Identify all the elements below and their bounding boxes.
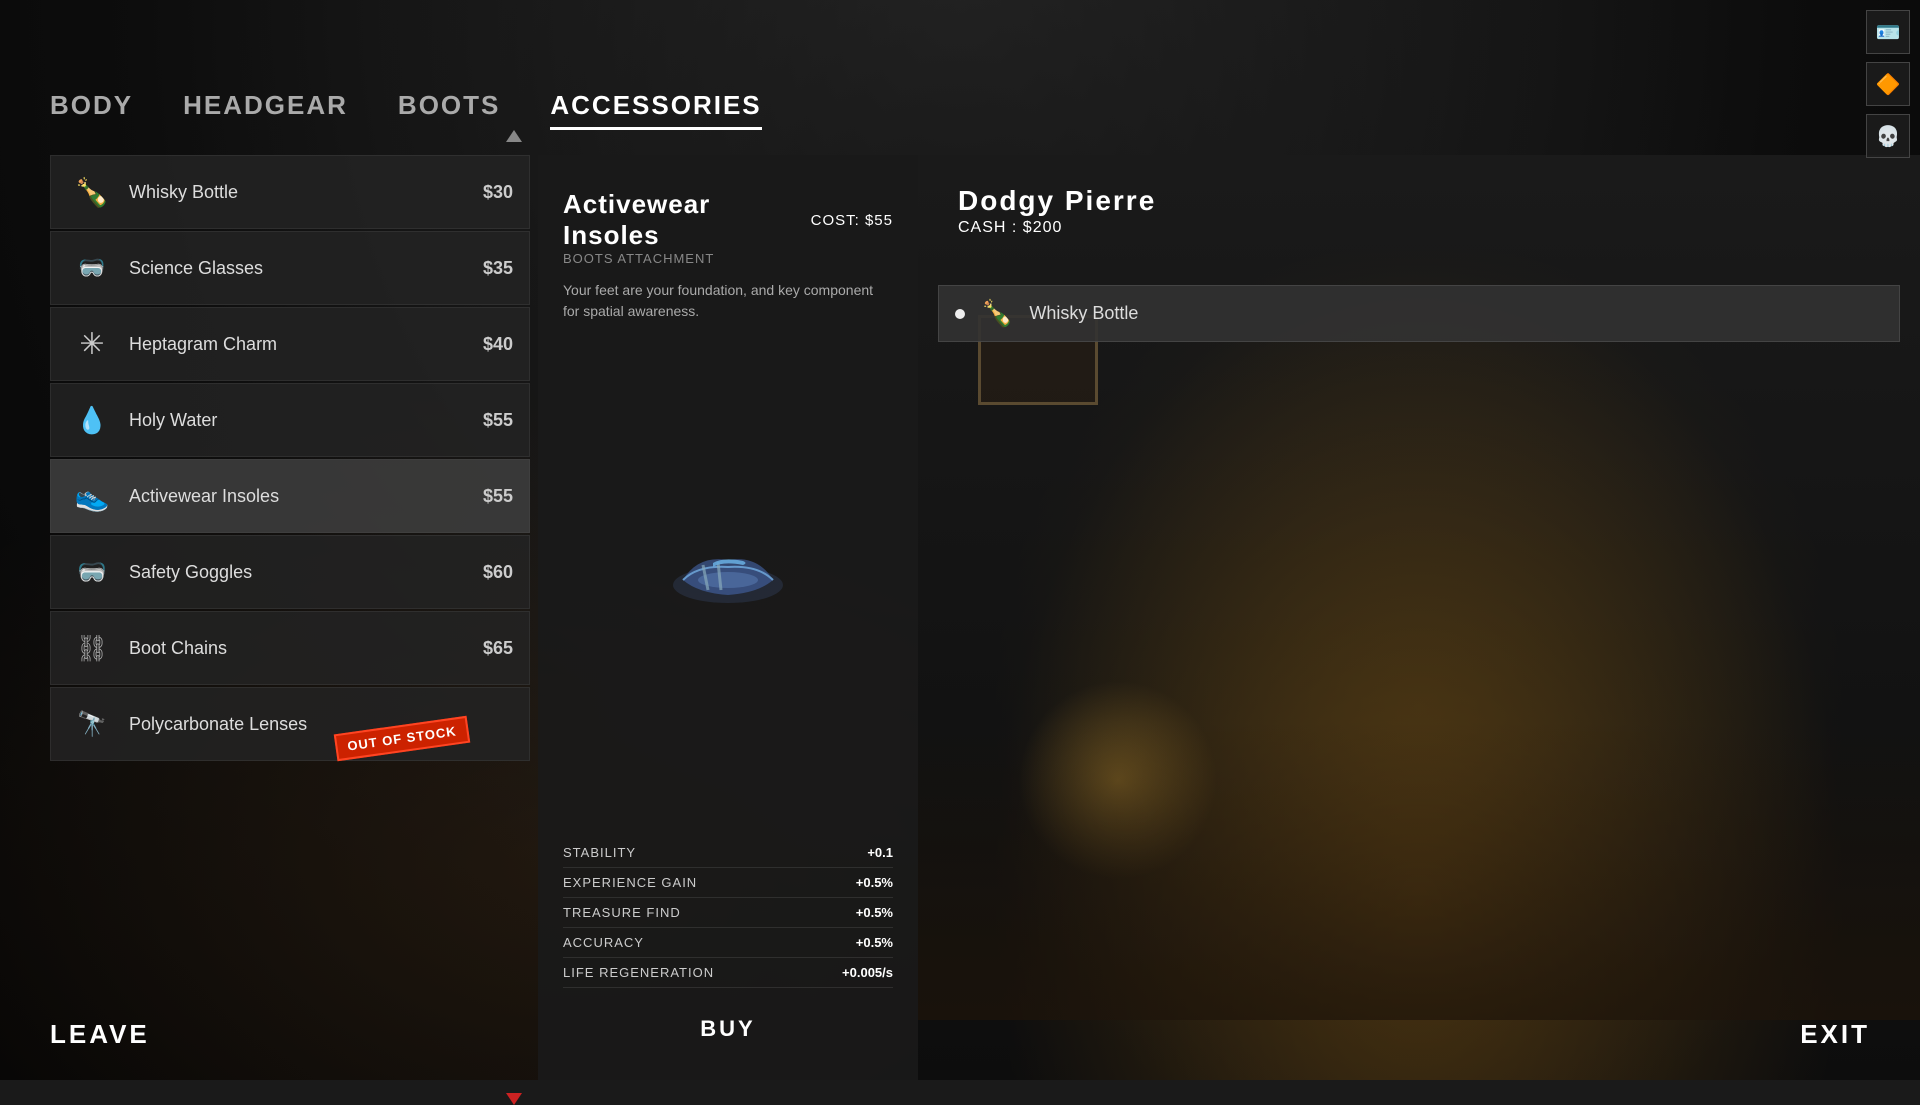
detail-panel: Activewear Insoles COST: $55 Boots Attac… (538, 155, 918, 1080)
stat-experience-value: +0.5% (856, 875, 893, 890)
activewear-insoles-icon: 👟 (67, 471, 117, 521)
holy-water-icon: 💧 (67, 395, 117, 445)
nav-tabs: BODY HEADGEAR BOOTS ACCESSORIES (50, 90, 762, 130)
detail-title: Activewear Insoles (563, 189, 811, 251)
stat-treasure-name: TREASURE FIND (563, 905, 681, 920)
equipped-dot (955, 309, 965, 319)
stat-stability: STABILITY +0.1 (563, 838, 893, 868)
tab-body[interactable]: BODY (50, 90, 133, 130)
safety-goggles-icon: 🥽 (67, 547, 117, 597)
holy-water-price: $55 (483, 410, 513, 431)
tab-boots[interactable]: BOOTS (398, 90, 500, 130)
main-content: 🍾 Whisky Bottle $30 🥽 Science Glasses $3… (50, 155, 1920, 1080)
scroll-down-indicator (506, 1093, 522, 1105)
detail-image (563, 322, 893, 828)
item-list: 🍾 Whisky Bottle $30 🥽 Science Glasses $3… (50, 155, 530, 1080)
list-item-whisky-bottle[interactable]: 🍾 Whisky Bottle $30 (50, 155, 530, 229)
list-item-boot-chains[interactable]: ⛓ Boot Chains $65 (50, 611, 530, 685)
equipped-item-name: Whisky Bottle (1029, 303, 1138, 324)
science-glasses-icon: 🥽 (67, 243, 117, 293)
detail-header: Activewear Insoles COST: $55 (563, 189, 893, 251)
stat-treasure-value: +0.5% (856, 905, 893, 920)
list-item-heptagram-charm[interactable]: ✳ Heptagram Charm $40 (50, 307, 530, 381)
holy-water-name: Holy Water (117, 410, 483, 431)
stat-stability-value: +0.1 (867, 845, 893, 860)
stat-treasure-find: TREASURE FIND +0.5% (563, 898, 893, 928)
heptagram-charm-price: $40 (483, 334, 513, 355)
whisky-bottle-icon: 🍾 (67, 167, 117, 217)
safety-goggles-price: $60 (483, 562, 513, 583)
scroll-up-arrow[interactable] (506, 130, 522, 142)
list-item-holy-water[interactable]: 💧 Holy Water $55 (50, 383, 530, 457)
science-glasses-price: $35 (483, 258, 513, 279)
activewear-insoles-price: $55 (483, 486, 513, 507)
icon-id[interactable]: 🪪 (1866, 10, 1910, 54)
boot-chains-name: Boot Chains (117, 638, 483, 659)
character-panel: Dodgy Pierre CASH : $200 🍾 Whisky Bottle (918, 155, 1920, 1080)
stats-section: STABILITY +0.1 EXPERIENCE GAIN +0.5% TRE… (563, 838, 893, 988)
stat-experience-gain: EXPERIENCE GAIN +0.5% (563, 868, 893, 898)
scroll-up-indicator (506, 130, 522, 142)
tab-headgear[interactable]: HEADGEAR (183, 90, 348, 130)
detail-subtitle: Boots Attachment (563, 251, 893, 266)
heptagram-charm-icon: ✳ (67, 319, 117, 369)
detail-item-svg (668, 535, 788, 615)
character-cash: CASH : $200 (958, 219, 1062, 237)
tab-accessories[interactable]: ACCESSORIES (550, 90, 761, 130)
boot-chains-icon: ⛓ (67, 623, 117, 673)
heptagram-charm-name: Heptagram Charm (117, 334, 483, 355)
stat-experience-name: EXPERIENCE GAIN (563, 875, 697, 890)
buy-button[interactable]: BUY (563, 1008, 893, 1050)
whisky-bottle-name: Whisky Bottle (117, 182, 483, 203)
list-item-activewear-insoles[interactable]: 👟 Activewear Insoles $55 (50, 459, 530, 533)
icon-skull[interactable]: 💀 (1866, 114, 1910, 158)
detail-description: Your feet are your foundation, and key c… (563, 280, 893, 322)
stat-accuracy: ACCURACY +0.5% (563, 928, 893, 958)
activewear-insoles-name: Activewear Insoles (117, 486, 483, 507)
icon-diamond[interactable]: 🔶 (1866, 62, 1910, 106)
stat-life-regen-name: LIFE REGENERATION (563, 965, 714, 980)
list-item-science-glasses[interactable]: 🥽 Science Glasses $35 (50, 231, 530, 305)
detail-cost: COST: $55 (811, 212, 893, 229)
equipped-item-icon: 🍾 (981, 298, 1013, 329)
stat-accuracy-value: +0.5% (856, 935, 893, 950)
list-item-polycarbonate-lenses[interactable]: 🔭 Polycarbonate Lenses OUT OF STOCK (50, 687, 530, 761)
list-item-safety-goggles[interactable]: 🥽 Safety Goggles $60 (50, 535, 530, 609)
scroll-down-arrow[interactable] (506, 1093, 522, 1105)
equipped-item[interactable]: 🍾 Whisky Bottle (938, 285, 1900, 342)
stat-stability-name: STABILITY (563, 845, 636, 860)
top-icons-panel: 🪪 🔶 💀 (1866, 10, 1910, 158)
boot-chains-price: $65 (483, 638, 513, 659)
safety-goggles-name: Safety Goggles (117, 562, 483, 583)
stat-accuracy-name: ACCURACY (563, 935, 644, 950)
exit-button[interactable]: EXIT (1800, 1019, 1870, 1050)
character-name: Dodgy Pierre (958, 185, 1156, 217)
stat-life-regen: LIFE REGENERATION +0.005/s (563, 958, 893, 988)
whisky-bottle-price: $30 (483, 182, 513, 203)
stat-life-regen-value: +0.005/s (842, 965, 893, 980)
polycarbonate-lenses-icon: 🔭 (67, 699, 117, 749)
science-glasses-name: Science Glasses (117, 258, 483, 279)
leave-button[interactable]: LEAVE (50, 1019, 150, 1050)
